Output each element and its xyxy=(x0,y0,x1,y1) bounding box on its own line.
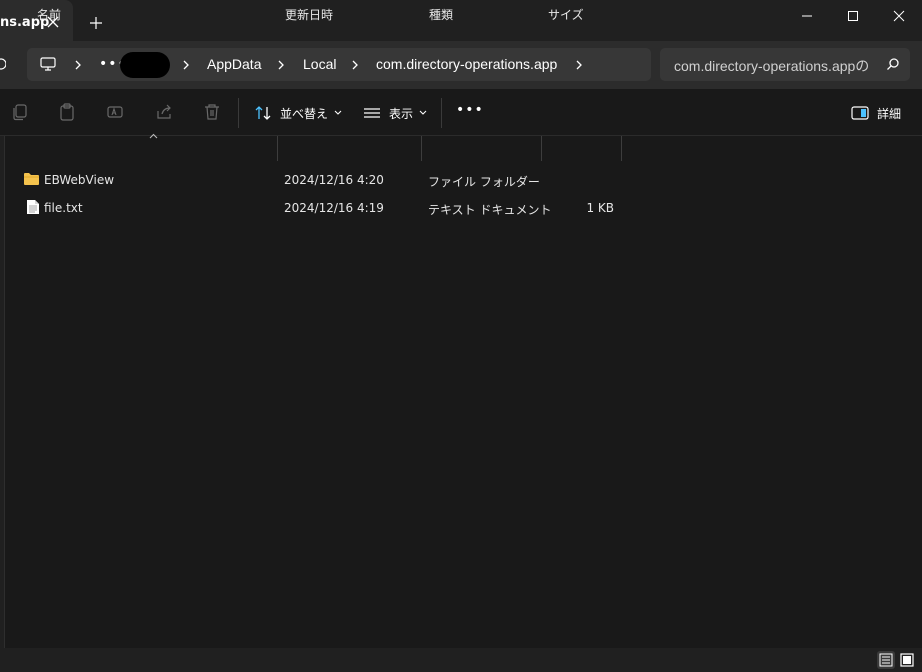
details-label: 詳細 xyxy=(877,106,902,121)
file-type: テキスト ドキュメント xyxy=(428,203,552,217)
file-modified: 2024/12/16 4:19 xyxy=(284,201,384,215)
folder-icon xyxy=(24,173,39,185)
rename-icon[interactable] xyxy=(106,103,124,121)
column-header-name[interactable]: 名前 xyxy=(37,6,61,23)
maximize-icon[interactable] xyxy=(843,7,863,25)
text-file-icon xyxy=(27,200,39,214)
toolbar-divider xyxy=(238,98,239,128)
status-bar xyxy=(0,648,922,672)
column-resize-handle[interactable] xyxy=(421,136,422,161)
chevron-down-icon xyxy=(419,110,427,115)
search-icon[interactable] xyxy=(886,57,900,71)
more-options-button[interactable]: ••• xyxy=(456,102,484,118)
chevron-right-icon[interactable] xyxy=(351,59,359,71)
address-bar[interactable]: ••• AppData Local com.directory-operatio… xyxy=(27,48,651,81)
details-pane-button[interactable]: 詳細 xyxy=(851,103,901,123)
file-row[interactable]: EBWebView 2024/12/16 4:20 ファイル フォルダー xyxy=(6,167,646,193)
file-size: 1 KB xyxy=(586,201,614,215)
view-button[interactable]: 表示 xyxy=(363,103,427,123)
breadcrumb-item-local[interactable]: Local xyxy=(303,56,336,72)
file-row[interactable]: file.txt 2024/12/16 4:19 テキスト ドキュメント 1 K… xyxy=(6,195,646,221)
minimize-icon[interactable] xyxy=(797,7,817,25)
toolbar-divider xyxy=(441,98,442,128)
command-bar: 並べ替え 表示 ••• 詳細 xyxy=(0,89,922,136)
search-box[interactable]: com.directory-operations.appの xyxy=(660,48,910,81)
chevron-down-icon xyxy=(334,110,342,115)
paste-icon[interactable] xyxy=(58,103,76,121)
column-resize-handle[interactable] xyxy=(277,136,278,161)
breadcrumb-item-current[interactable]: com.directory-operations.app xyxy=(376,56,557,72)
column-header-modified[interactable]: 更新日時 xyxy=(285,6,333,23)
chevron-right-icon[interactable] xyxy=(74,59,82,71)
redacted-crumb xyxy=(120,52,170,78)
copy-icon[interactable] xyxy=(11,103,29,121)
column-header-size[interactable]: サイズ xyxy=(548,6,584,23)
share-icon[interactable] xyxy=(155,103,173,121)
file-type: ファイル フォルダー xyxy=(428,175,540,189)
title-bar: ns.app xyxy=(0,0,922,41)
details-view-icon[interactable] xyxy=(877,651,895,669)
chevron-right-icon[interactable] xyxy=(575,59,583,71)
details-pane-icon xyxy=(851,106,869,120)
file-name: file.txt xyxy=(44,201,83,215)
chevron-right-icon[interactable] xyxy=(277,59,285,71)
view-list-icon xyxy=(364,108,380,118)
refresh-icon[interactable] xyxy=(0,57,6,71)
chevron-right-icon[interactable] xyxy=(182,59,190,71)
navigation-pane-edge[interactable] xyxy=(0,136,5,648)
sort-label: 並べ替え xyxy=(280,106,329,121)
column-header-type[interactable]: 種類 xyxy=(429,6,453,23)
sort-icon xyxy=(255,106,271,120)
sort-ascending-icon xyxy=(149,133,158,139)
sort-button[interactable]: 並べ替え xyxy=(254,103,342,123)
search-input[interactable]: com.directory-operations.appの xyxy=(674,56,869,76)
file-modified: 2024/12/16 4:20 xyxy=(284,173,384,187)
delete-icon[interactable] xyxy=(203,103,221,121)
view-label: 表示 xyxy=(389,106,414,121)
column-resize-handle[interactable] xyxy=(541,136,542,161)
close-icon[interactable] xyxy=(889,7,909,25)
address-row: ••• AppData Local com.directory-operatio… xyxy=(0,41,922,89)
column-resize-handle[interactable] xyxy=(621,136,622,161)
file-name: EBWebView xyxy=(44,173,115,187)
breadcrumb-item-appdata[interactable]: AppData xyxy=(207,56,261,72)
new-tab-icon[interactable] xyxy=(89,16,103,30)
tiles-view-icon[interactable] xyxy=(898,651,916,669)
this-pc-icon[interactable] xyxy=(39,56,57,72)
